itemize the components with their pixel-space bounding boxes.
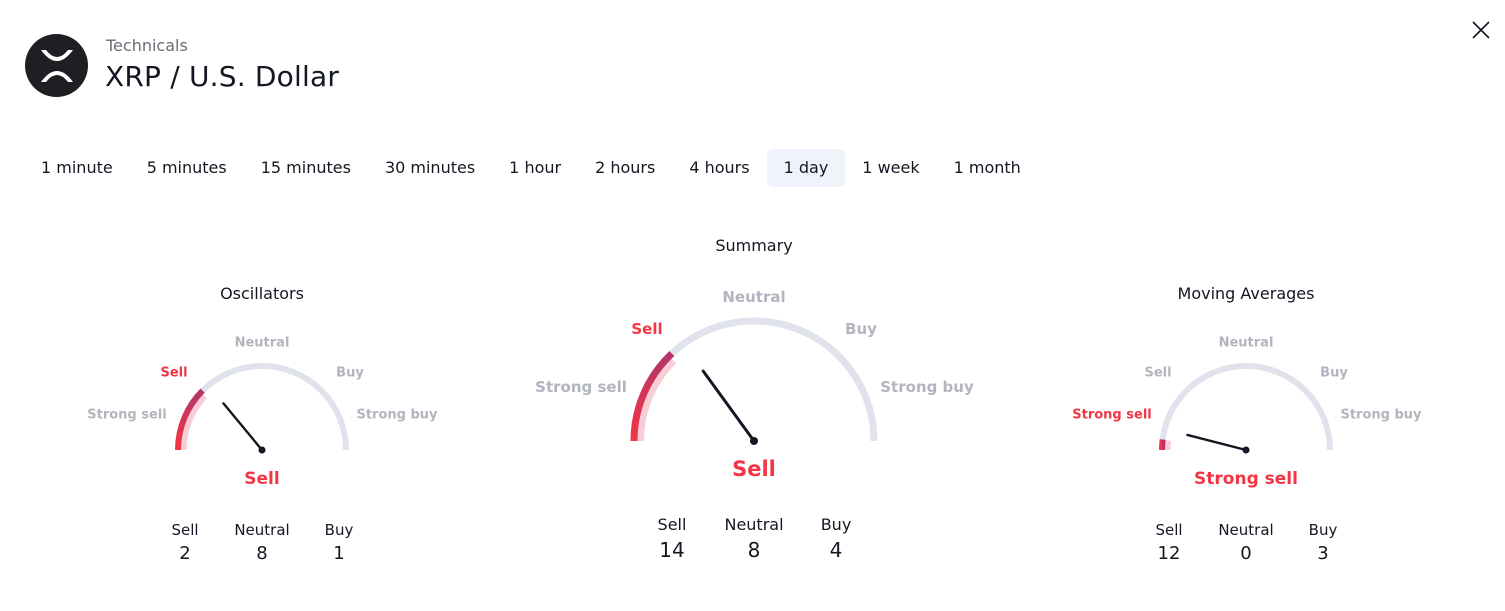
scale-label-neutral: Neutral — [1218, 335, 1274, 351]
gauge-track — [1159, 363, 1333, 451]
count-label: Sell — [1155, 521, 1183, 539]
count-value: 12 — [1157, 543, 1181, 564]
count-label: Buy — [1308, 521, 1338, 539]
scale-label-strong-buy: Strong buy — [1340, 407, 1422, 423]
count-buy: Buy 3 — [1285, 521, 1362, 564]
count-value: 3 — [1317, 543, 1329, 564]
gauge-fill — [1158, 439, 1166, 451]
needle-pivot — [1242, 446, 1250, 454]
scale-label-strong-sell: Strong sell — [1072, 407, 1152, 423]
gauge-svg — [1158, 363, 1333, 454]
scale-label-buy: Buy — [1320, 365, 1348, 381]
moving-averages-gauge: Moving Averages Strong sell Sell Neutral… — [0, 0, 1505, 611]
count-neutral: Neutral 0 — [1208, 521, 1285, 564]
scale-label-sell: Sell — [1144, 365, 1172, 381]
gauge-fill-shadow — [1164, 440, 1172, 451]
count-label: Neutral — [1218, 521, 1274, 539]
signal-counts: Sell 12 Neutral 0 Buy 3 — [1131, 521, 1362, 564]
gauge-needle — [1186, 433, 1248, 452]
count-value: 0 — [1240, 543, 1252, 564]
gauge-result: Strong sell — [1194, 469, 1298, 489]
count-sell: Sell 12 — [1131, 521, 1208, 564]
